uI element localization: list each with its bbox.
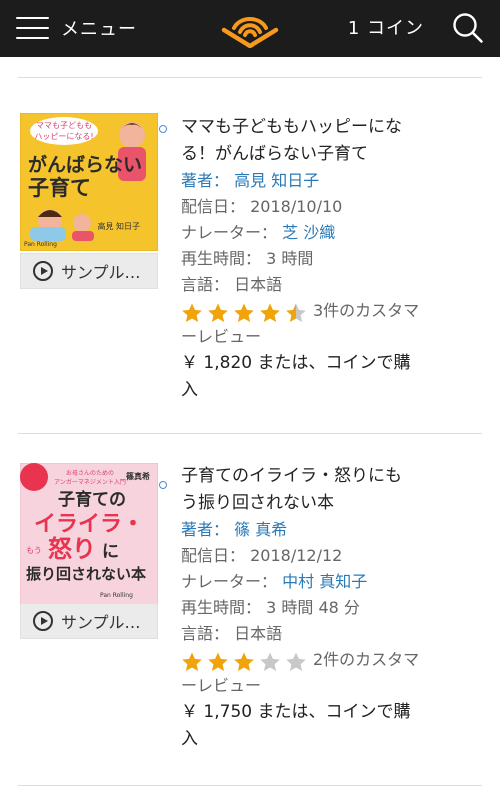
bullet-icon bbox=[159, 125, 167, 133]
star-rating bbox=[181, 651, 311, 673]
author-link[interactable]: 篠 真希 bbox=[234, 520, 287, 539]
review-count[interactable]: 3件のカスタマ bbox=[313, 298, 419, 324]
star-icon bbox=[286, 652, 306, 671]
star-icon bbox=[234, 652, 254, 671]
runtime-row: 再生時間： 3 時間 bbox=[181, 249, 314, 268]
svg-text:もう: もう bbox=[26, 546, 42, 555]
svg-text:振り回されない本: 振り回されない本 bbox=[26, 565, 146, 583]
svg-text:篠真希: 篠真希 bbox=[126, 471, 150, 481]
star-icon bbox=[208, 303, 228, 322]
svg-text:お母さんのための: お母さんのための bbox=[66, 470, 114, 477]
svg-text:Pan Rolling: Pan Rolling bbox=[24, 241, 57, 248]
menu-button[interactable]: メニュー bbox=[16, 12, 137, 44]
hamburger-icon bbox=[16, 15, 49, 41]
list-item: ママも子どもも ハッピーになる! がんばらない 子育て 高見 知日子 Pan R… bbox=[0, 57, 500, 435]
author-link[interactable]: 高見 知日子 bbox=[234, 171, 319, 190]
bullet-icon bbox=[159, 481, 167, 489]
audible-logo-icon[interactable] bbox=[220, 8, 280, 48]
sample-label: サンプル… bbox=[61, 263, 141, 282]
svg-text:子育て: 子育て bbox=[28, 176, 91, 200]
star-icon bbox=[182, 303, 202, 322]
book-cover-image[interactable]: ママも子どもも ハッピーになる! がんばらない 子育て 高見 知日子 Pan R… bbox=[20, 113, 158, 251]
runtime-value: 3 時間 bbox=[266, 249, 314, 268]
svg-text:怒り: 怒り bbox=[48, 535, 96, 563]
star-icon bbox=[286, 303, 306, 322]
book-info: ママも子どももハッピーにな る！がんばらない子育て 著者： 高見 知日子 配信日… bbox=[181, 114, 451, 404]
play-icon bbox=[33, 611, 53, 631]
review-count[interactable]: 2件のカスタマ bbox=[313, 647, 419, 673]
svg-text:Pan Rolling: Pan Rolling bbox=[100, 592, 133, 599]
book-title[interactable]: 子育てのイライラ・怒りにも う振り回されない本 bbox=[181, 463, 451, 517]
list-item: お母さんのための アンガーマネジメント入門 篠真希 子育ての イライラ・ 怒り … bbox=[0, 413, 500, 791]
release-row: 配信日： 2018/12/12 bbox=[181, 546, 343, 565]
svg-text:イライラ・: イライラ・ bbox=[34, 512, 144, 537]
svg-text:に: に bbox=[102, 542, 119, 562]
sample-button[interactable]: サンプル… bbox=[20, 603, 158, 639]
play-icon bbox=[33, 261, 53, 281]
narrator-link[interactable]: 芝 沙織 bbox=[282, 223, 335, 242]
sample-label: サンプル… bbox=[61, 613, 141, 632]
svg-text:子育ての: 子育ての bbox=[58, 489, 126, 510]
book-info: 子育てのイライラ・怒りにも う振り回されない本 著者： 篠 真希 配信日： 20… bbox=[181, 463, 451, 753]
author-row: 著者： 高見 知日子 bbox=[181, 168, 451, 194]
menu-label: メニュー bbox=[61, 19, 137, 40]
release-date: 2018/12/12 bbox=[250, 546, 343, 565]
star-icon bbox=[208, 652, 228, 671]
price: ￥ 1,750 または、コインで購 入 bbox=[181, 702, 411, 749]
svg-text:高見 知日子: 高見 知日子 bbox=[97, 221, 140, 231]
rating-row[interactable]: 2件のカスタマ bbox=[181, 647, 451, 673]
coin-balance[interactable]: 1 コイン bbox=[348, 14, 424, 40]
divider bbox=[18, 77, 482, 78]
narrator-row: ナレーター： 中村 真知子 bbox=[181, 572, 368, 591]
svg-text:ハッピーになる!: ハッピーになる! bbox=[34, 132, 93, 141]
review-count-cont[interactable]: ーレビュー bbox=[181, 673, 451, 699]
book-cover-image[interactable]: お母さんのための アンガーマネジメント入門 篠真希 子育ての イライラ・ 怒り … bbox=[20, 463, 158, 605]
star-icon bbox=[260, 303, 280, 322]
price: ￥ 1,820 または、コインで購 入 bbox=[181, 353, 411, 400]
divider bbox=[18, 433, 482, 434]
narrator-link[interactable]: 中村 真知子 bbox=[282, 572, 367, 591]
review-count-cont[interactable]: ーレビュー bbox=[181, 324, 451, 350]
author-label: 著者： bbox=[181, 520, 230, 539]
star-icon bbox=[234, 303, 254, 322]
search-icon[interactable] bbox=[452, 12, 484, 44]
star-icon bbox=[260, 652, 280, 671]
author-label: 著者： bbox=[181, 171, 230, 190]
star-icon bbox=[182, 652, 202, 671]
top-app-bar: メニュー 1 コイン bbox=[0, 0, 500, 57]
language-value: 日本語 bbox=[234, 275, 283, 294]
language-row: 言語： 日本語 bbox=[181, 275, 283, 294]
runtime-row: 再生時間： 3 時間 48 分 bbox=[181, 598, 360, 617]
svg-text:ママも子どもも: ママも子どもも bbox=[36, 121, 92, 130]
sample-button[interactable]: サンプル… bbox=[20, 253, 158, 289]
svg-text:アンガーマネジメント入門: アンガーマネジメント入門 bbox=[54, 478, 126, 486]
narrator-row: ナレーター： 芝 沙織 bbox=[181, 223, 336, 242]
rating-row[interactable]: 3件のカスタマ bbox=[181, 298, 451, 324]
svg-text:がんばらない: がんばらない bbox=[28, 153, 142, 176]
release-date: 2018/10/10 bbox=[250, 197, 343, 216]
language-row: 言語： 日本語 bbox=[181, 624, 283, 643]
book-title[interactable]: ママも子どももハッピーにな る！がんばらない子育て bbox=[181, 114, 451, 168]
divider bbox=[18, 785, 482, 786]
release-row: 配信日： 2018/10/10 bbox=[181, 197, 343, 216]
runtime-value: 3 時間 48 分 bbox=[266, 598, 360, 617]
author-row: 著者： 篠 真希 bbox=[181, 517, 451, 543]
language-value: 日本語 bbox=[234, 624, 283, 643]
star-rating bbox=[181, 302, 311, 324]
